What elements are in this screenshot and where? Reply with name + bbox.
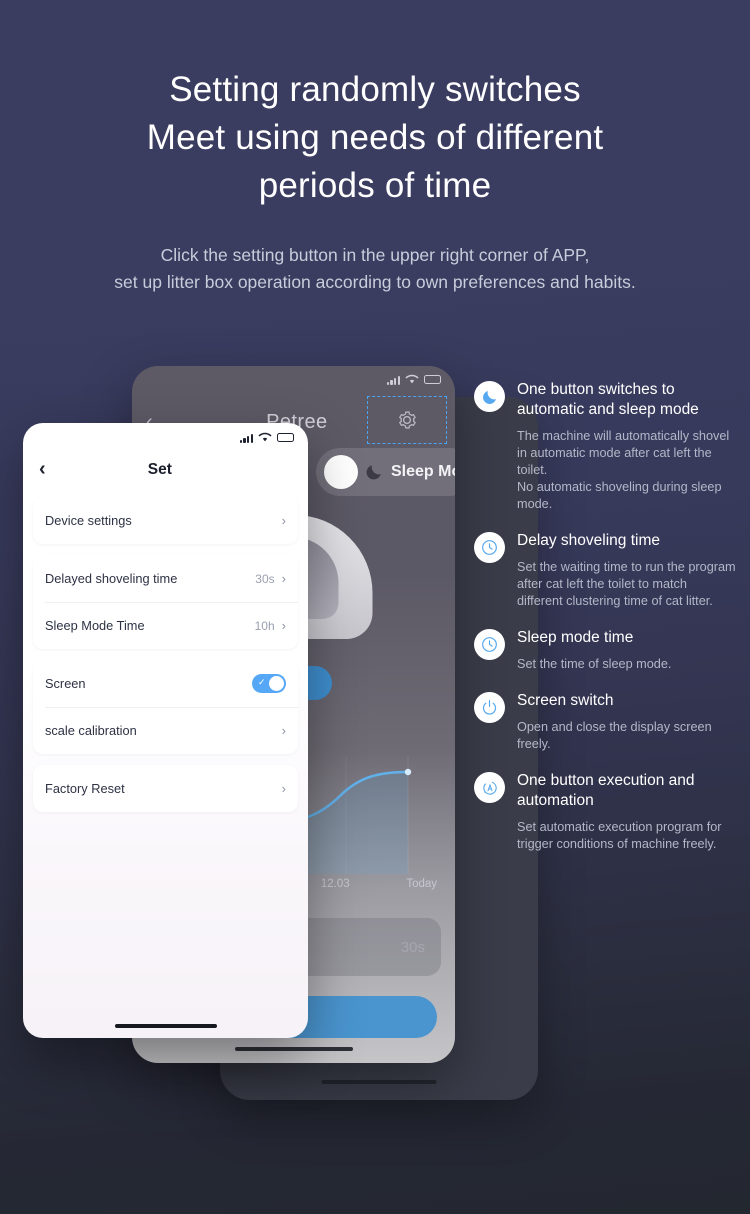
feature-item-sleep-mode-time: Sleep mode time Set the time of sleep mo…	[474, 628, 736, 673]
feature-description: Open and close the display screen freely…	[517, 720, 712, 751]
battery-icon	[424, 375, 441, 384]
record-value: 30s	[400, 938, 425, 956]
chevron-right-icon: ›	[281, 723, 286, 738]
home-indicator-front	[234, 1047, 353, 1051]
row-control: ›	[282, 782, 286, 795]
feature-item-automation: One button execution and automation Set …	[474, 771, 736, 853]
settings-button-highlight[interactable]	[367, 396, 447, 444]
settings-panel: ‹ Set Device settings › Delayed shovelin…	[23, 423, 308, 1038]
settings-row-sleep-mode-time[interactable]: Sleep Mode Time 10h ›	[33, 602, 298, 649]
settings-row-delayed-shoveling-time[interactable]: Delayed shoveling time 30s ›	[33, 555, 298, 602]
feature-body: One button switches to automatic and sle…	[517, 380, 736, 513]
status-bar-app	[386, 374, 441, 385]
mockup-stage: ‹ Petree Sleep Mode	[0, 0, 750, 1214]
settings-group: Factory Reset ›	[33, 765, 298, 812]
feature-body: Sleep mode time Set the time of sleep mo…	[517, 628, 736, 673]
row-control: ✓	[252, 674, 286, 693]
chevron-left-icon[interactable]: ‹	[39, 459, 46, 479]
feature-title: One button switches to automatic and sle…	[517, 381, 699, 418]
row-label: scale calibration	[45, 723, 137, 738]
gear-icon[interactable]	[396, 409, 418, 431]
toggle-knob	[324, 455, 358, 489]
row-label: Screen	[45, 676, 86, 691]
feature-body: Delay shoveling time Set the waiting tim…	[517, 531, 736, 610]
settings-row-factory-reset[interactable]: Factory Reset ›	[33, 765, 298, 812]
signal-icon	[386, 375, 400, 385]
feature-body: One button execution and automation Set …	[517, 771, 736, 853]
chart-tick: 12.03	[320, 878, 350, 890]
row-value: 10h	[254, 618, 275, 633]
clock-icon	[474, 629, 505, 660]
check-icon: ✓	[258, 677, 266, 687]
settings-list: Device settings › Delayed shoveling time…	[23, 491, 308, 812]
feature-title: One button execution and automation	[517, 772, 695, 809]
row-control: 30s ›	[255, 572, 286, 586]
row-label: Factory Reset	[45, 781, 125, 796]
row-label: Sleep Mode Time	[45, 618, 145, 633]
feature-description: Set the waiting time to run the program …	[517, 560, 736, 608]
status-bar-settings	[239, 432, 294, 443]
signal-icon	[239, 433, 253, 443]
automation-a-icon	[474, 772, 505, 803]
wifi-icon	[258, 432, 272, 442]
feature-list: One button switches to automatic and sle…	[474, 380, 736, 871]
row-control: ›	[282, 724, 286, 737]
chevron-right-icon: ›	[281, 781, 286, 796]
settings-title: Set	[147, 461, 172, 478]
toggle-knob	[269, 676, 284, 691]
settings-group: Screen ✓ scale calibration ›	[33, 660, 298, 754]
moon-icon	[474, 381, 505, 412]
feature-title: Screen switch	[517, 692, 614, 709]
sleep-mode-toggle[interactable]: Sleep Mode	[316, 448, 455, 496]
feature-title: Delay shoveling time	[517, 532, 661, 549]
feature-item-screen-switch: Screen switch Open and close the display…	[474, 691, 736, 753]
clock-icon	[474, 532, 505, 563]
wifi-icon	[405, 374, 419, 384]
row-control: 10h ›	[255, 619, 286, 633]
settings-row-device-settings[interactable]: Device settings ›	[33, 497, 298, 544]
home-indicator-settings	[114, 1024, 217, 1028]
power-icon	[474, 692, 505, 723]
feature-description: The machine will automatically shovel in…	[517, 429, 730, 511]
chevron-right-icon: ›	[281, 513, 286, 528]
moon-icon	[366, 465, 381, 480]
feature-item-delay-shoveling: Delay shoveling time Set the waiting tim…	[474, 531, 736, 610]
settings-row-scale-calibration[interactable]: scale calibration ›	[33, 707, 298, 754]
settings-row-screen[interactable]: Screen ✓	[33, 660, 298, 707]
chart-tick: Today	[406, 878, 437, 890]
feature-title: Sleep mode time	[517, 629, 634, 646]
chevron-right-icon: ›	[281, 618, 286, 633]
home-indicator-back	[321, 1080, 437, 1084]
row-value: 30s	[255, 571, 275, 586]
feature-description: Set the time of sleep mode.	[517, 657, 672, 671]
chevron-right-icon: ›	[281, 571, 286, 586]
feature-item-sleep-mode: One button switches to automatic and sle…	[474, 380, 736, 513]
row-label: Delayed shoveling time	[45, 571, 178, 586]
feature-description: Set automatic execution program for trig…	[517, 820, 722, 851]
sleep-mode-label: Sleep Mode	[391, 463, 455, 480]
screen-toggle[interactable]: ✓	[252, 674, 286, 693]
settings-group: Device settings ›	[33, 497, 298, 544]
row-label: Device settings	[45, 513, 132, 528]
battery-icon	[277, 433, 294, 442]
row-control: ›	[282, 514, 286, 527]
settings-group: Delayed shoveling time 30s › Sleep Mode …	[33, 555, 298, 649]
feature-body: Screen switch Open and close the display…	[517, 691, 736, 753]
